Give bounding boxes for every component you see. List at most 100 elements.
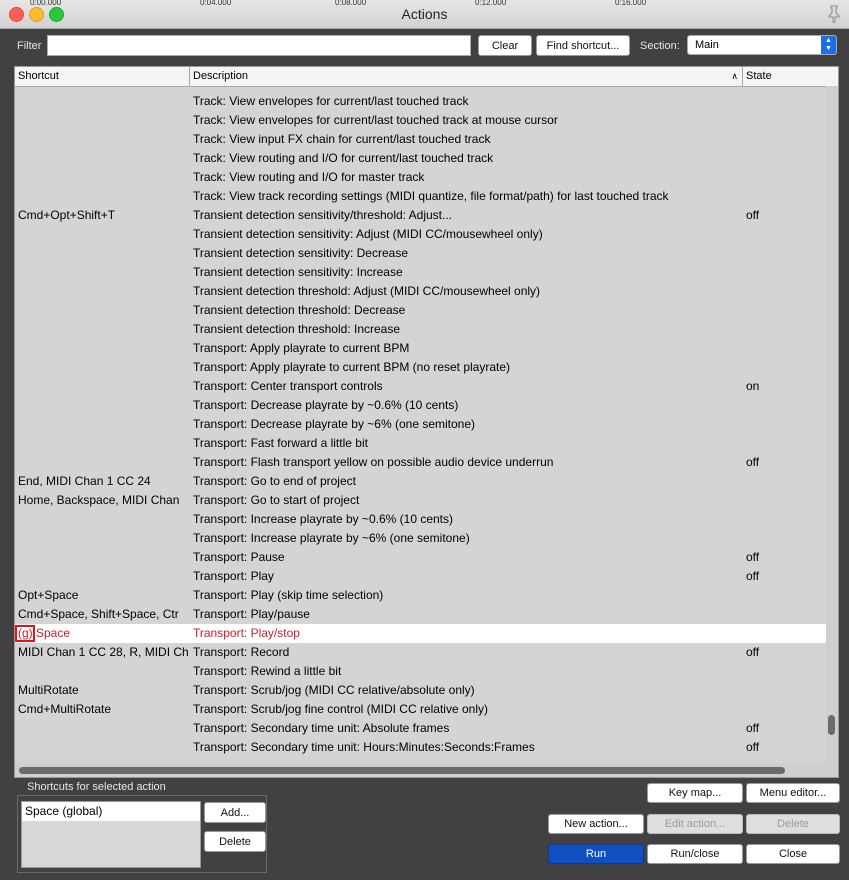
delete-action-button[interactable]: Delete (746, 814, 840, 834)
table-row[interactable]: Transport: Decrease playrate by ~6% (one… (15, 415, 826, 434)
find-shortcut-button[interactable]: Find shortcut... (536, 35, 630, 56)
horizontal-scroll-thumb[interactable] (19, 767, 785, 774)
description-cell: Transport: Secondary time unit: Absolute… (193, 721, 450, 735)
description-cell: Transient detection threshold: Decrease (193, 303, 406, 317)
table-row[interactable]: Transient detection sensitivity: Decreas… (15, 244, 826, 263)
table-header: Shortcut Description ∧ State (15, 67, 838, 87)
table-row[interactable]: Transport: Increase playrate by ~0.6% (1… (15, 510, 826, 529)
table-row[interactable]: Transient detection threshold: Adjust (M… (15, 282, 826, 301)
description-cell: Transport: Go to start of project (193, 493, 360, 507)
table-row[interactable]: Transient detection sensitivity: Adjust … (15, 225, 826, 244)
description-cell: Transport: Apply playrate to current BPM… (193, 360, 511, 374)
table-row-selected[interactable]: (g) Space Transport: Play/stop (15, 624, 826, 643)
description-cell: Transient detection sensitivity: Adjust … (193, 227, 543, 241)
section-select[interactable]: Main ▲ ▼ (687, 35, 837, 55)
description-cell: Track: View input FX chain for current/l… (193, 132, 491, 146)
table-row[interactable]: Transport: Pause off (15, 548, 826, 567)
table-row[interactable]: End, MIDI Chan 1 CC 24 Transport: Go to e… (15, 472, 826, 491)
run-close-button[interactable]: Run/close (647, 844, 743, 864)
table-row[interactable]: Cmd+Opt+Shift+T Transient detection sensi… (15, 206, 826, 225)
table-body[interactable]: Track: View FX chain for master trackTra… (15, 86, 826, 763)
description-cell: Transport: Play/pause (193, 607, 310, 621)
description-cell: Transport: Decrease playrate by ~0.6% (1… (193, 398, 459, 412)
table-row[interactable]: Transient detection threshold: Decrease (15, 301, 826, 320)
shortcuts-group-label: Shortcuts for selected action (27, 781, 166, 793)
state-cell: off (746, 740, 760, 754)
vertical-scrollbar[interactable] (826, 86, 838, 763)
highlight-box (15, 625, 35, 642)
description-cell: Transport: Scrub/jog (MIDI CC relative/a… (193, 683, 475, 697)
table-row[interactable]: MIDI Chan 1 CC 28, R, MIDI Ch Transport: … (15, 643, 826, 662)
table-row[interactable]: Transport: Apply playrate to current BPM (15, 339, 826, 358)
table-row[interactable]: Transport: Apply playrate to current BPM… (15, 358, 826, 377)
horizontal-scrollbar[interactable] (15, 763, 838, 777)
key-map-button[interactable]: Key map... (647, 783, 743, 803)
pin-icon[interactable] (827, 5, 841, 24)
description-cell: Transport: Apply playrate to current BPM (193, 341, 410, 355)
vertical-scroll-thumb[interactable] (828, 715, 835, 735)
shortcut-cell: Opt+Space (18, 588, 79, 602)
table-row[interactable]: Track: View track recording settings (MI… (15, 187, 826, 206)
table-row[interactable]: Track: View input FX chain for current/l… (15, 130, 826, 149)
sort-ascending-icon: ∧ (731, 71, 738, 81)
table-row[interactable]: Cmd+MultiRotate Transport: Scrub/jog fine… (15, 700, 826, 719)
table-row[interactable]: Track: View routing and I/O for current/… (15, 149, 826, 168)
new-action-button[interactable]: New action... (548, 814, 644, 834)
table-row[interactable]: Transport: Decrease playrate by ~0.6% (1… (15, 396, 826, 415)
description-cell: Track: View routing and I/O for master t… (193, 170, 425, 184)
description-cell: Transient detection threshold: Increase (193, 322, 401, 336)
title-bar: 0:00.000 0:04.000 0:08.000 0:12.000 0:16… (0, 0, 849, 29)
description-cell: Transport: Flash transport yellow on pos… (193, 455, 554, 469)
description-cell: Track: View envelopes for current/last t… (193, 113, 558, 127)
run-button[interactable]: Run (548, 844, 644, 864)
shortcut-list-item[interactable]: Space (global) (22, 802, 200, 821)
table-row[interactable]: Transport: Secondary time unit: Hours:Mi… (15, 738, 826, 757)
state-cell: off (746, 569, 760, 583)
table-row[interactable]: MultiRotate Transport: Scrub/jog (MIDI CC… (15, 681, 826, 700)
table-row[interactable]: Opt+Space Transport: Play (skip time sele… (15, 586, 826, 605)
table-row[interactable]: Transient detection sensitivity: Increas… (15, 263, 826, 282)
table-row[interactable]: Cmd+Space, Shift+Space, Ctr Transport: Pl… (15, 605, 826, 624)
table-row[interactable]: Track: View envelopes for current/last t… (15, 92, 826, 111)
add-shortcut-button[interactable]: Add... (204, 802, 266, 823)
filter-input[interactable] (47, 35, 471, 56)
column-header-state[interactable]: State (743, 67, 838, 86)
table-row[interactable]: Transport: Center transport controls on (15, 377, 826, 396)
description-cell: Transient detection sensitivity/threshol… (193, 208, 453, 222)
table-row[interactable]: Transport: Flash transport yellow on pos… (15, 453, 826, 472)
description-cell: Track: View envelopes for current/last t… (193, 94, 469, 108)
menu-editor-button[interactable]: Menu editor... (746, 783, 840, 803)
description-cell: Transport: Pause (193, 550, 285, 564)
edit-action-button[interactable]: Edit action... (647, 814, 743, 834)
clear-button[interactable]: Clear (478, 35, 532, 56)
table-row[interactable]: Track: View routing and I/O for master t… (15, 168, 826, 187)
shortcut-cell: Cmd+MultiRotate (18, 702, 112, 716)
description-cell: Transport: Increase playrate by ~6% (one… (193, 531, 470, 545)
table-row[interactable]: Transport: Secondary time unit: Absolute… (15, 719, 826, 738)
description-cell: Transient detection sensitivity: Decreas… (193, 246, 408, 260)
table-row[interactable]: Transport: Fast forward a little bit (15, 434, 826, 453)
table-row[interactable]: Transport: Increase playrate by ~6% (one… (15, 529, 826, 548)
state-cell: off (746, 550, 760, 564)
description-cell: Transport: Record (193, 645, 290, 659)
close-button[interactable]: Close (746, 844, 840, 864)
shortcuts-list[interactable]: Space (global) (21, 801, 201, 868)
description-cell: Transport: Go to end of project (193, 474, 356, 488)
description-cell: Transient detection sensitivity: Increas… (193, 265, 403, 279)
description-cell: Transport: Center transport controls (193, 379, 383, 393)
delete-shortcut-button[interactable]: Delete (204, 831, 266, 852)
description-cell: Transport: Decrease playrate by ~6% (one… (193, 417, 476, 431)
description-cell: Transport: Play (193, 569, 274, 583)
table-row[interactable]: Transport: Play off (15, 567, 826, 586)
shortcut-cell: Cmd+Space, Shift+Space, Ctr (18, 607, 179, 621)
table-row[interactable]: Transport: Rewind a little bit (15, 662, 826, 681)
table-row[interactable]: Home, Backspace, MIDI Chan Transport: Go … (15, 491, 826, 510)
table-row[interactable]: Track: View envelopes for current/last t… (15, 111, 826, 130)
shortcut-cell: Home, Backspace, MIDI Chan (18, 493, 180, 507)
shortcut-cell: MultiRotate (18, 683, 79, 697)
actions-table: Shortcut Description ∧ State Track: View … (14, 66, 839, 778)
column-header-description[interactable]: Description ∧ (190, 67, 743, 86)
description-cell: Track: View track recording settings (MI… (193, 189, 669, 203)
column-header-shortcut[interactable]: Shortcut (15, 67, 190, 86)
table-row[interactable]: Transient detection threshold: Increase (15, 320, 826, 339)
